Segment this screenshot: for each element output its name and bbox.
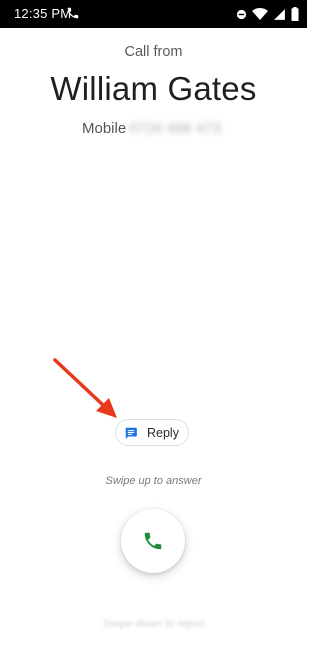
- swipe-up-hint: Swipe up to answer: [105, 475, 202, 487]
- phone-call-icon: [67, 7, 79, 19]
- phone-icon: [144, 532, 162, 550]
- answer-call-button[interactable]: [121, 509, 185, 573]
- caller-details: Mobile 0726 486 473: [82, 117, 221, 139]
- battery-icon: [291, 7, 299, 21]
- swipe-down-hint: Swipe down to reject: [102, 618, 205, 630]
- message-icon: [125, 427, 137, 439]
- dnd-icon: [236, 9, 247, 19]
- status-icons: [236, 6, 299, 22]
- incoming-call-screen: 12:35 PM Call from William Gates Mobile …: [0, 0, 307, 648]
- caller-number: 0726 486 473: [129, 119, 221, 137]
- reply-label: Reply: [147, 425, 179, 440]
- signal-icon: [274, 8, 285, 20]
- wifi-icon: [252, 8, 268, 20]
- reply-button[interactable]: Reply: [115, 419, 189, 446]
- status-time: 12:35 PM: [14, 6, 72, 21]
- call-heading: Call from: [124, 44, 183, 60]
- caller-number-label: Mobile: [82, 119, 127, 137]
- status-bar: 12:35 PM: [0, 0, 307, 28]
- caller-name: William Gates: [50, 70, 257, 107]
